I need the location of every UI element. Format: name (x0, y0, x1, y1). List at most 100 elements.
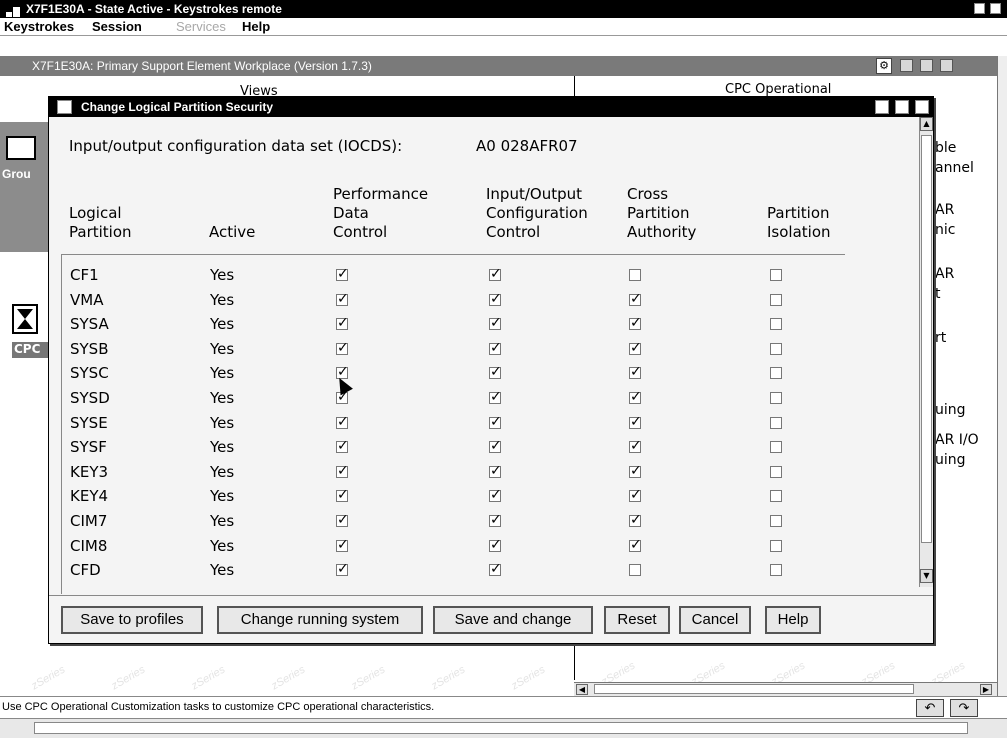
cross-partition-checkbox[interactable] (629, 362, 642, 382)
partition-isolation-checkbox[interactable] (770, 269, 782, 281)
maximize-icon[interactable] (990, 3, 1001, 14)
performance-data-checkbox[interactable] (336, 436, 349, 456)
io-config-checkbox[interactable] (489, 559, 502, 579)
change-running-system-button[interactable]: Change running system (217, 606, 423, 634)
task-label[interactable]: AR I/O (935, 432, 979, 448)
scroll-down-icon[interactable]: ▼ (920, 569, 933, 583)
save-to-profiles-button[interactable]: Save to profiles (61, 606, 203, 634)
cancel-button[interactable]: Cancel (679, 606, 751, 634)
task-label[interactable]: AR (935, 266, 954, 282)
minimize-icon[interactable] (895, 100, 909, 114)
partition-isolation-checkbox[interactable] (770, 465, 782, 478)
save-and-change-button[interactable]: Save and change (433, 606, 593, 634)
redo-icon[interactable]: ↷ (950, 699, 978, 717)
reset-button[interactable]: Reset (604, 606, 670, 634)
cross-partition-checkbox[interactable] (629, 461, 642, 481)
cross-partition-checkbox[interactable] (629, 269, 641, 281)
task-label[interactable]: t (935, 286, 941, 302)
cross-partition-checkbox[interactable] (629, 289, 642, 309)
io-config-checkbox[interactable] (489, 461, 502, 481)
performance-data-checkbox[interactable] (336, 461, 349, 481)
cross-partition-checkbox[interactable] (629, 436, 642, 456)
performance-data-checkbox[interactable] (336, 510, 349, 530)
partition-isolation-checkbox[interactable] (770, 441, 782, 454)
partition-isolation-checkbox[interactable] (770, 515, 782, 527)
partition-isolation-checkbox[interactable] (770, 539, 782, 552)
io-config-checkbox[interactable] (489, 436, 502, 456)
performance-data-checkbox[interactable] (336, 559, 349, 579)
cross-partition-checkbox[interactable] (629, 387, 642, 407)
io-config-checkbox[interactable] (489, 485, 502, 505)
task-label[interactable]: AR (935, 202, 954, 218)
cross-partition-checkbox[interactable] (629, 338, 642, 358)
task-label[interactable]: annel (935, 160, 974, 176)
performance-data-checkbox[interactable] (336, 535, 349, 555)
bottom-horizontal-scrollbar[interactable] (0, 718, 1007, 738)
undo-icon[interactable]: ↶ (916, 699, 944, 717)
io-config-checkbox[interactable] (489, 338, 502, 358)
cross-partition-checkbox[interactable] (629, 535, 642, 555)
performance-data-checkbox[interactable] (336, 485, 349, 505)
partition-isolation-checkbox[interactable] (770, 416, 782, 429)
scroll-right-icon[interactable]: ▶ (980, 684, 992, 695)
partition-isolation-checkbox[interactable] (770, 490, 782, 503)
io-config-checkbox[interactable] (489, 313, 502, 333)
workplace-vertical-scrollbar[interactable] (997, 56, 1007, 696)
task-label[interactable]: uing (935, 452, 966, 468)
groups-icon[interactable] (6, 136, 36, 160)
help-button[interactable]: Help (765, 606, 821, 634)
partition-isolation-checkbox[interactable] (770, 318, 782, 331)
groups-label[interactable]: Grou (2, 167, 31, 181)
table-vertical-scrollbar[interactable]: ▲ ▼ (919, 117, 933, 587)
menu-session[interactable]: Session (92, 18, 142, 36)
hourglass-icon[interactable] (12, 304, 38, 334)
task-label[interactable]: uing (935, 402, 966, 418)
cross-partition-checkbox[interactable] (629, 412, 642, 432)
scroll-left-icon[interactable]: ◀ (576, 684, 588, 695)
performance-data-checkbox[interactable] (336, 313, 349, 333)
scroll-thumb[interactable] (594, 684, 914, 694)
menu-services[interactable]: Services (176, 18, 226, 36)
cross-partition-checkbox[interactable] (629, 564, 641, 577)
partition-name: KEY4 (70, 487, 109, 506)
partition-isolation-checkbox[interactable] (770, 342, 782, 355)
io-config-checkbox[interactable] (489, 510, 502, 530)
performance-data-checkbox[interactable] (336, 264, 349, 284)
io-config-checkbox[interactable] (489, 412, 502, 432)
tools-icon[interactable]: ⚙ (876, 58, 892, 74)
io-config-checkbox[interactable] (489, 362, 502, 382)
task-label[interactable]: rt (935, 330, 946, 346)
maximize-icon[interactable] (915, 100, 929, 114)
cross-partition-checkbox[interactable] (629, 510, 642, 530)
menu-help[interactable]: Help (242, 18, 270, 36)
restore-icon[interactable] (900, 59, 913, 72)
cross-partition-checkbox[interactable] (629, 313, 642, 333)
partition-isolation-checkbox[interactable] (770, 392, 782, 404)
io-config-checkbox[interactable] (489, 387, 502, 407)
menu-keystrokes[interactable]: Keystrokes (4, 18, 74, 36)
scroll-thumb[interactable] (34, 722, 968, 734)
column-header-cross-partition: Cross Partition Authority (627, 185, 697, 241)
dialog-icon[interactable] (57, 100, 72, 114)
io-config-checkbox[interactable] (489, 264, 502, 284)
performance-data-checkbox[interactable] (336, 289, 349, 309)
performance-data-checkbox[interactable] (336, 412, 349, 432)
cross-partition-checkbox[interactable] (629, 485, 642, 505)
partition-name: SYSB (70, 339, 109, 358)
minimize-icon[interactable] (920, 59, 933, 72)
scroll-up-icon[interactable]: ▲ (920, 117, 933, 131)
pane-horizontal-scrollbar[interactable]: ◀ ▶ (574, 682, 997, 696)
partition-isolation-checkbox[interactable] (770, 367, 782, 380)
performance-data-checkbox[interactable] (336, 338, 349, 358)
window-icon[interactable] (6, 4, 20, 17)
partition-isolation-checkbox[interactable] (770, 293, 782, 306)
task-label[interactable]: ble (935, 140, 956, 156)
maximize-icon[interactable] (940, 59, 953, 72)
scroll-thumb[interactable] (921, 135, 932, 543)
io-config-checkbox[interactable] (489, 535, 502, 555)
minimize-icon[interactable] (974, 3, 985, 14)
partition-isolation-checkbox[interactable] (770, 564, 782, 577)
restore-icon[interactable] (875, 100, 889, 114)
task-label[interactable]: nic (935, 222, 955, 238)
io-config-checkbox[interactable] (489, 289, 502, 309)
